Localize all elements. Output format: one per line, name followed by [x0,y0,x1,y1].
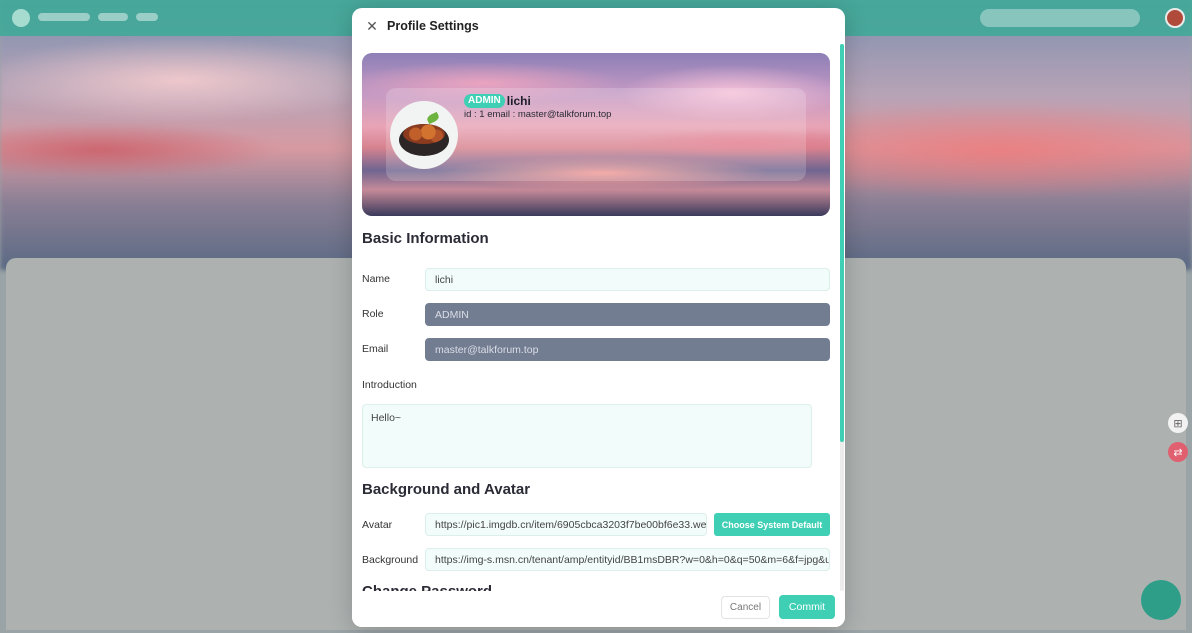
profile-settings-modal: ✕ Profile Settings ADMIN lichi id : 1 em… [352,8,845,627]
grid-add-icon[interactable]: ⊞ [1168,413,1188,433]
role-label: Role [362,308,384,320]
navbar-link-blurred [98,13,128,21]
choose-system-default-button[interactable]: Choose System Default [714,513,830,536]
cancel-button[interactable]: Cancel [721,596,770,619]
modal-footer: Cancel Commit [352,591,845,627]
modal-header: ✕ Profile Settings [352,8,845,44]
role-badge: ADMIN [464,94,505,108]
user-meta: id : 1 email : master@talkforum.top [464,109,612,120]
navbar-search-blurred [980,9,1140,27]
avatar-url-input[interactable]: https://pic1.imgdb.cn/item/6905cbca3203f… [425,513,707,536]
name-label: Name [362,273,391,285]
navbar-title-blurred [38,13,90,21]
logo-icon [12,9,30,27]
modal-scroll-area[interactable]: ADMIN lichi id : 1 email : master@talkfo… [352,44,845,591]
user-name: lichi [506,94,531,108]
close-icon[interactable]: ✕ [364,18,380,34]
translate-icon[interactable]: ⇄ [1168,442,1188,462]
name-input[interactable]: lichi [425,268,830,291]
navbar-link-blurred [136,13,158,21]
avatar-label: Avatar [362,519,393,531]
email-input: master@talkforum.top [425,338,830,361]
profile-banner: ADMIN lichi id : 1 email : master@talkfo… [362,53,830,216]
introduction-textarea[interactable]: Hello~ [362,404,812,468]
floating-action-button[interactable] [1141,580,1181,620]
user-name-line: ADMIN lichi [464,94,531,108]
scrollbar-thumb[interactable] [840,44,844,442]
section-title-basic-info: Basic Information [362,230,489,247]
introduction-label: Introduction [362,379,417,391]
navbar-avatar [1165,8,1185,28]
food-pot-icon [397,111,451,158]
section-title-background-avatar: Background and Avatar [362,481,531,498]
role-input: ADMIN [425,303,830,326]
background-url-input[interactable]: https://img-s.msn.cn/tenant/amp/entityid… [425,548,830,571]
background-label: Background [362,554,419,566]
email-label: Email [362,343,389,355]
modal-title: Profile Settings [387,19,479,33]
commit-button[interactable]: Commit [779,595,835,619]
section-title-change-password: Change Password [362,583,492,591]
avatar [390,101,458,169]
